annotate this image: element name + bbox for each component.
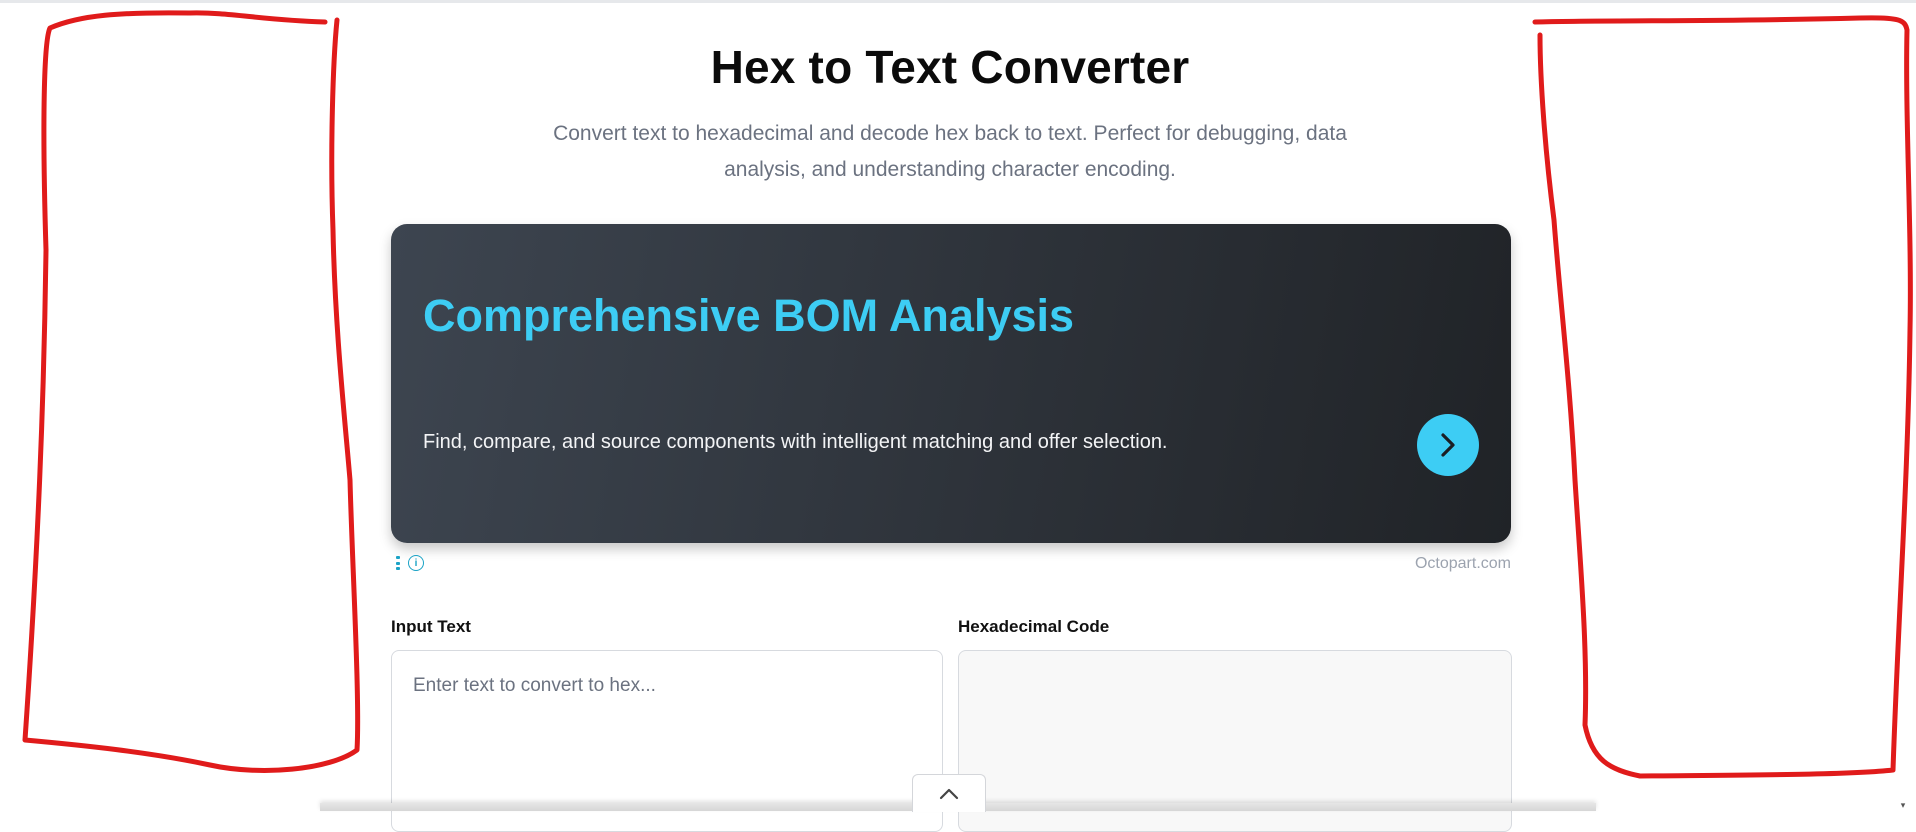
ad-headline[interactable]: Comprehensive BOM Analysis bbox=[423, 290, 1074, 342]
input-placeholder: Enter text to convert to hex... bbox=[413, 675, 656, 696]
page-subtitle: Convert text to hexadecimal and decode h… bbox=[553, 122, 1347, 181]
page-title: Hex to Text Converter bbox=[710, 41, 1190, 93]
kebab-menu-icon[interactable] bbox=[396, 556, 400, 570]
chevron-up-icon bbox=[939, 788, 959, 799]
ad-description: Find, compare, and source components wit… bbox=[423, 431, 1168, 453]
info-icon[interactable]: i bbox=[408, 555, 424, 571]
collapse-tab-button[interactable] bbox=[912, 774, 986, 812]
top-border bbox=[0, 0, 1916, 3]
ad-source[interactable]: Octopart.com bbox=[1300, 555, 1511, 573]
right-margin-annotation bbox=[1532, 15, 1913, 779]
ad-arrow-button[interactable] bbox=[1417, 414, 1479, 476]
chevron-right-icon bbox=[1441, 433, 1455, 457]
ad-controls: i bbox=[396, 555, 424, 571]
scroll-down-arrow-icon[interactable]: ▾ bbox=[1896, 800, 1910, 810]
hex-code-label: Hexadecimal Code bbox=[958, 617, 1110, 636]
left-margin-annotation bbox=[22, 10, 361, 773]
ad-banner[interactable]: Comprehensive BOM Analysis Find, compare… bbox=[391, 224, 1511, 543]
input-text-label: Input Text bbox=[391, 617, 471, 636]
